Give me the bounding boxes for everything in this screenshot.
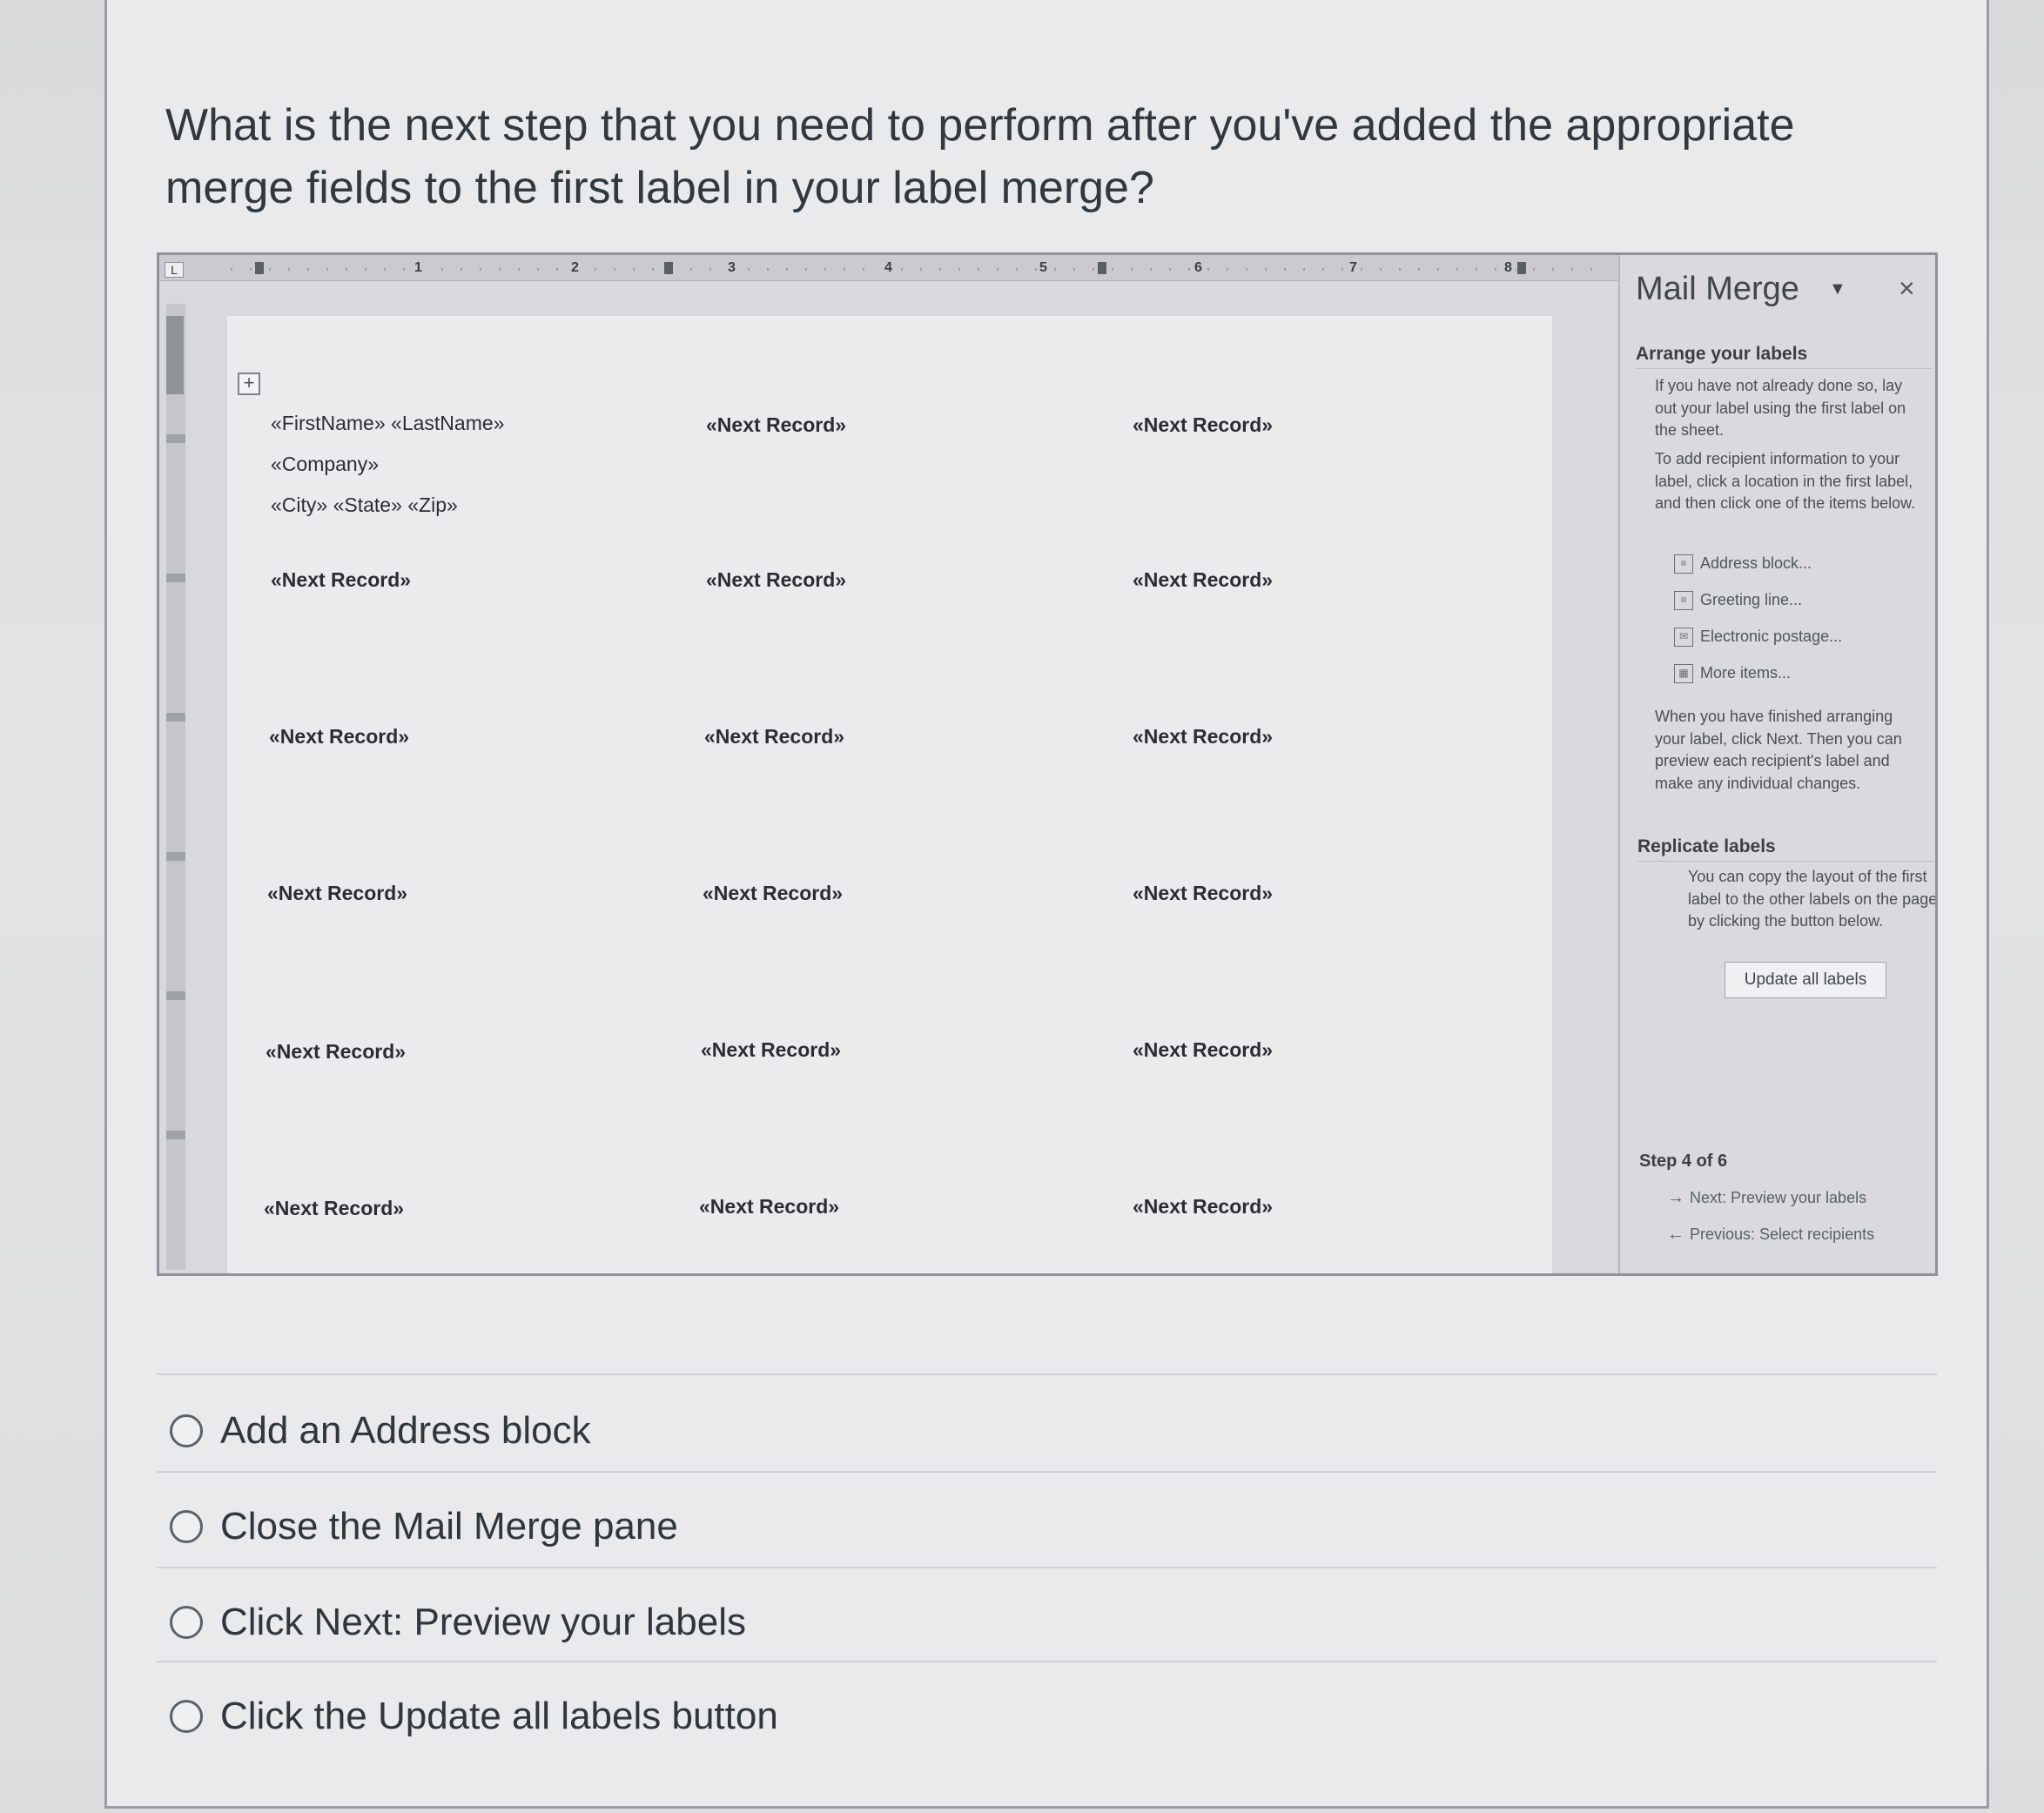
word-screenshot: L 1 2 3 4 5 6 7 8 + «FirstName» «LastNam… (157, 252, 1938, 1276)
answer-option[interactable]: Close the Mail Merge pane (170, 1501, 678, 1553)
pane-options-icon[interactable]: ▼ (1829, 279, 1846, 299)
divider (157, 1567, 1937, 1568)
divider (157, 1471, 1937, 1473)
next-record-field[interactable]: «Next Record» (704, 716, 844, 757)
address-block-icon: ≡ (1674, 554, 1693, 574)
next-record-field[interactable]: «Next Record» (706, 560, 846, 601)
step-indicator: Step 4 of 6 (1639, 1152, 1728, 1171)
next-record-field[interactable]: «Next Record» (264, 1188, 404, 1229)
answer-label: Add an Address block (220, 1409, 591, 1452)
vertical-ruler-margin[interactable] (166, 316, 184, 394)
greeting-line-label: Greeting line... (1700, 591, 1803, 608)
next-record-field[interactable]: «Next Record» (1133, 405, 1273, 446)
radio-button[interactable] (170, 1606, 203, 1639)
next-record-field[interactable]: «Next Record» (271, 560, 411, 601)
column-marker[interactable] (1517, 262, 1526, 274)
address-block-label: Address block... (1700, 554, 1812, 572)
greeting-line-link[interactable]: ≡ Greeting line... (1674, 591, 1803, 611)
replicate-heading: Replicate labels (1637, 836, 1776, 856)
ruler-ticks (231, 260, 1606, 278)
previous-step-label: Previous: Select recipients (1690, 1225, 1875, 1243)
answer-option[interactable]: Click the Update all labels button (170, 1690, 778, 1742)
answer-option[interactable]: Click Next: Preview your labels (170, 1596, 746, 1648)
radio-button[interactable] (170, 1510, 203, 1543)
arrange-instructions: If you have not already done so, lay out… (1655, 377, 1906, 439)
arrange-heading: Arrange your labels (1636, 344, 1808, 364)
electronic-postage-label: Electronic postage... (1700, 628, 1843, 645)
question-text: What is the next step that you need to p… (165, 100, 1795, 213)
replicate-instructions: You can copy the layout of the first lab… (1688, 868, 1938, 930)
answer-label: Click Next: Preview your labels (220, 1601, 746, 1643)
tab-selector[interactable]: L (165, 262, 184, 278)
divider (1636, 368, 1932, 369)
next-step-label: Next: Preview your labels (1690, 1189, 1867, 1206)
next-record-field[interactable]: «Next Record» (1133, 873, 1273, 914)
more-items-icon: ▦ (1674, 664, 1693, 684)
next-record-field[interactable]: «Next Record» (706, 405, 846, 446)
greeting-line-icon: ≡ (1674, 591, 1693, 611)
merge-field-name: «FirstName» «LastName» (271, 412, 505, 434)
table-move-handle-icon[interactable]: + (238, 373, 260, 395)
divider (157, 1661, 1937, 1662)
pane-title: Mail Merge (1636, 271, 1799, 307)
next-record-field[interactable]: «Next Record» (699, 1186, 839, 1227)
next-record-field[interactable]: «Next Record» (266, 1031, 406, 1072)
radio-button[interactable] (170, 1700, 203, 1733)
ruler-number: 2 (568, 260, 582, 276)
column-marker[interactable] (664, 262, 673, 274)
more-items-label: More items... (1700, 664, 1792, 682)
indent-marker[interactable] (255, 262, 264, 274)
ruler-number: 6 (1192, 260, 1205, 276)
divider (1637, 861, 1933, 862)
next-record-field[interactable]: «Next Record» (269, 716, 409, 757)
ruler-number: 5 (1037, 260, 1050, 276)
close-icon[interactable]: × (1899, 272, 1915, 305)
first-label[interactable]: «FirstName» «LastName» «Company» «City» … (271, 403, 504, 526)
column-marker[interactable] (1098, 262, 1106, 274)
recipient-instructions: To add recipient information to your lab… (1655, 450, 1916, 512)
electronic-postage-link[interactable]: ✉ Electronic postage... (1674, 628, 1843, 648)
answer-label: Close the Mail Merge pane (220, 1505, 678, 1548)
finish-instructions: When you have finished arranging your la… (1655, 708, 1902, 792)
answer-option[interactable]: Add an Address block (170, 1405, 591, 1457)
next-record-field[interactable]: «Next Record» (701, 1030, 841, 1071)
next-record-field[interactable]: «Next Record» (1133, 560, 1273, 601)
merge-field-company: «Company» (271, 453, 380, 475)
radio-button[interactable] (170, 1414, 203, 1447)
previous-step-link[interactable]: ← Previous: Select recipients (1667, 1225, 1874, 1245)
next-record-field[interactable]: «Next Record» (1133, 716, 1273, 757)
next-record-field[interactable]: «Next Record» (1133, 1030, 1273, 1071)
update-all-labels-button[interactable]: Update all labels (1725, 962, 1886, 998)
address-block-link[interactable]: ≡ Address block... (1674, 554, 1812, 574)
divider (157, 1373, 1937, 1375)
mail-merge-pane: Mail Merge ▼ × Arrange your labels If yo… (1618, 255, 1938, 1273)
postage-icon: ✉ (1674, 628, 1693, 648)
ruler-number: 8 (1502, 260, 1515, 276)
ruler-number: 3 (725, 260, 738, 276)
merge-field-address: «City» «State» «Zip» (271, 494, 458, 516)
next-record-field[interactable]: «Next Record» (703, 873, 843, 914)
ruler-number: 4 (882, 260, 895, 276)
vertical-ruler (166, 304, 185, 1270)
arrow-left-icon: ← (1667, 1225, 1684, 1244)
horizontal-ruler: L 1 2 3 4 5 6 7 8 (159, 255, 1617, 281)
next-record-field[interactable]: «Next Record» (1133, 1186, 1273, 1227)
answer-label: Click the Update all labels button (220, 1695, 778, 1737)
arrow-right-icon: → (1667, 1188, 1684, 1207)
more-items-link[interactable]: ▦ More items... (1674, 664, 1792, 684)
ruler-number: 1 (412, 260, 425, 276)
ruler-number: 7 (1347, 260, 1360, 276)
next-step-link[interactable]: → Next: Preview your labels (1667, 1188, 1866, 1208)
next-record-field[interactable]: «Next Record» (267, 873, 407, 914)
